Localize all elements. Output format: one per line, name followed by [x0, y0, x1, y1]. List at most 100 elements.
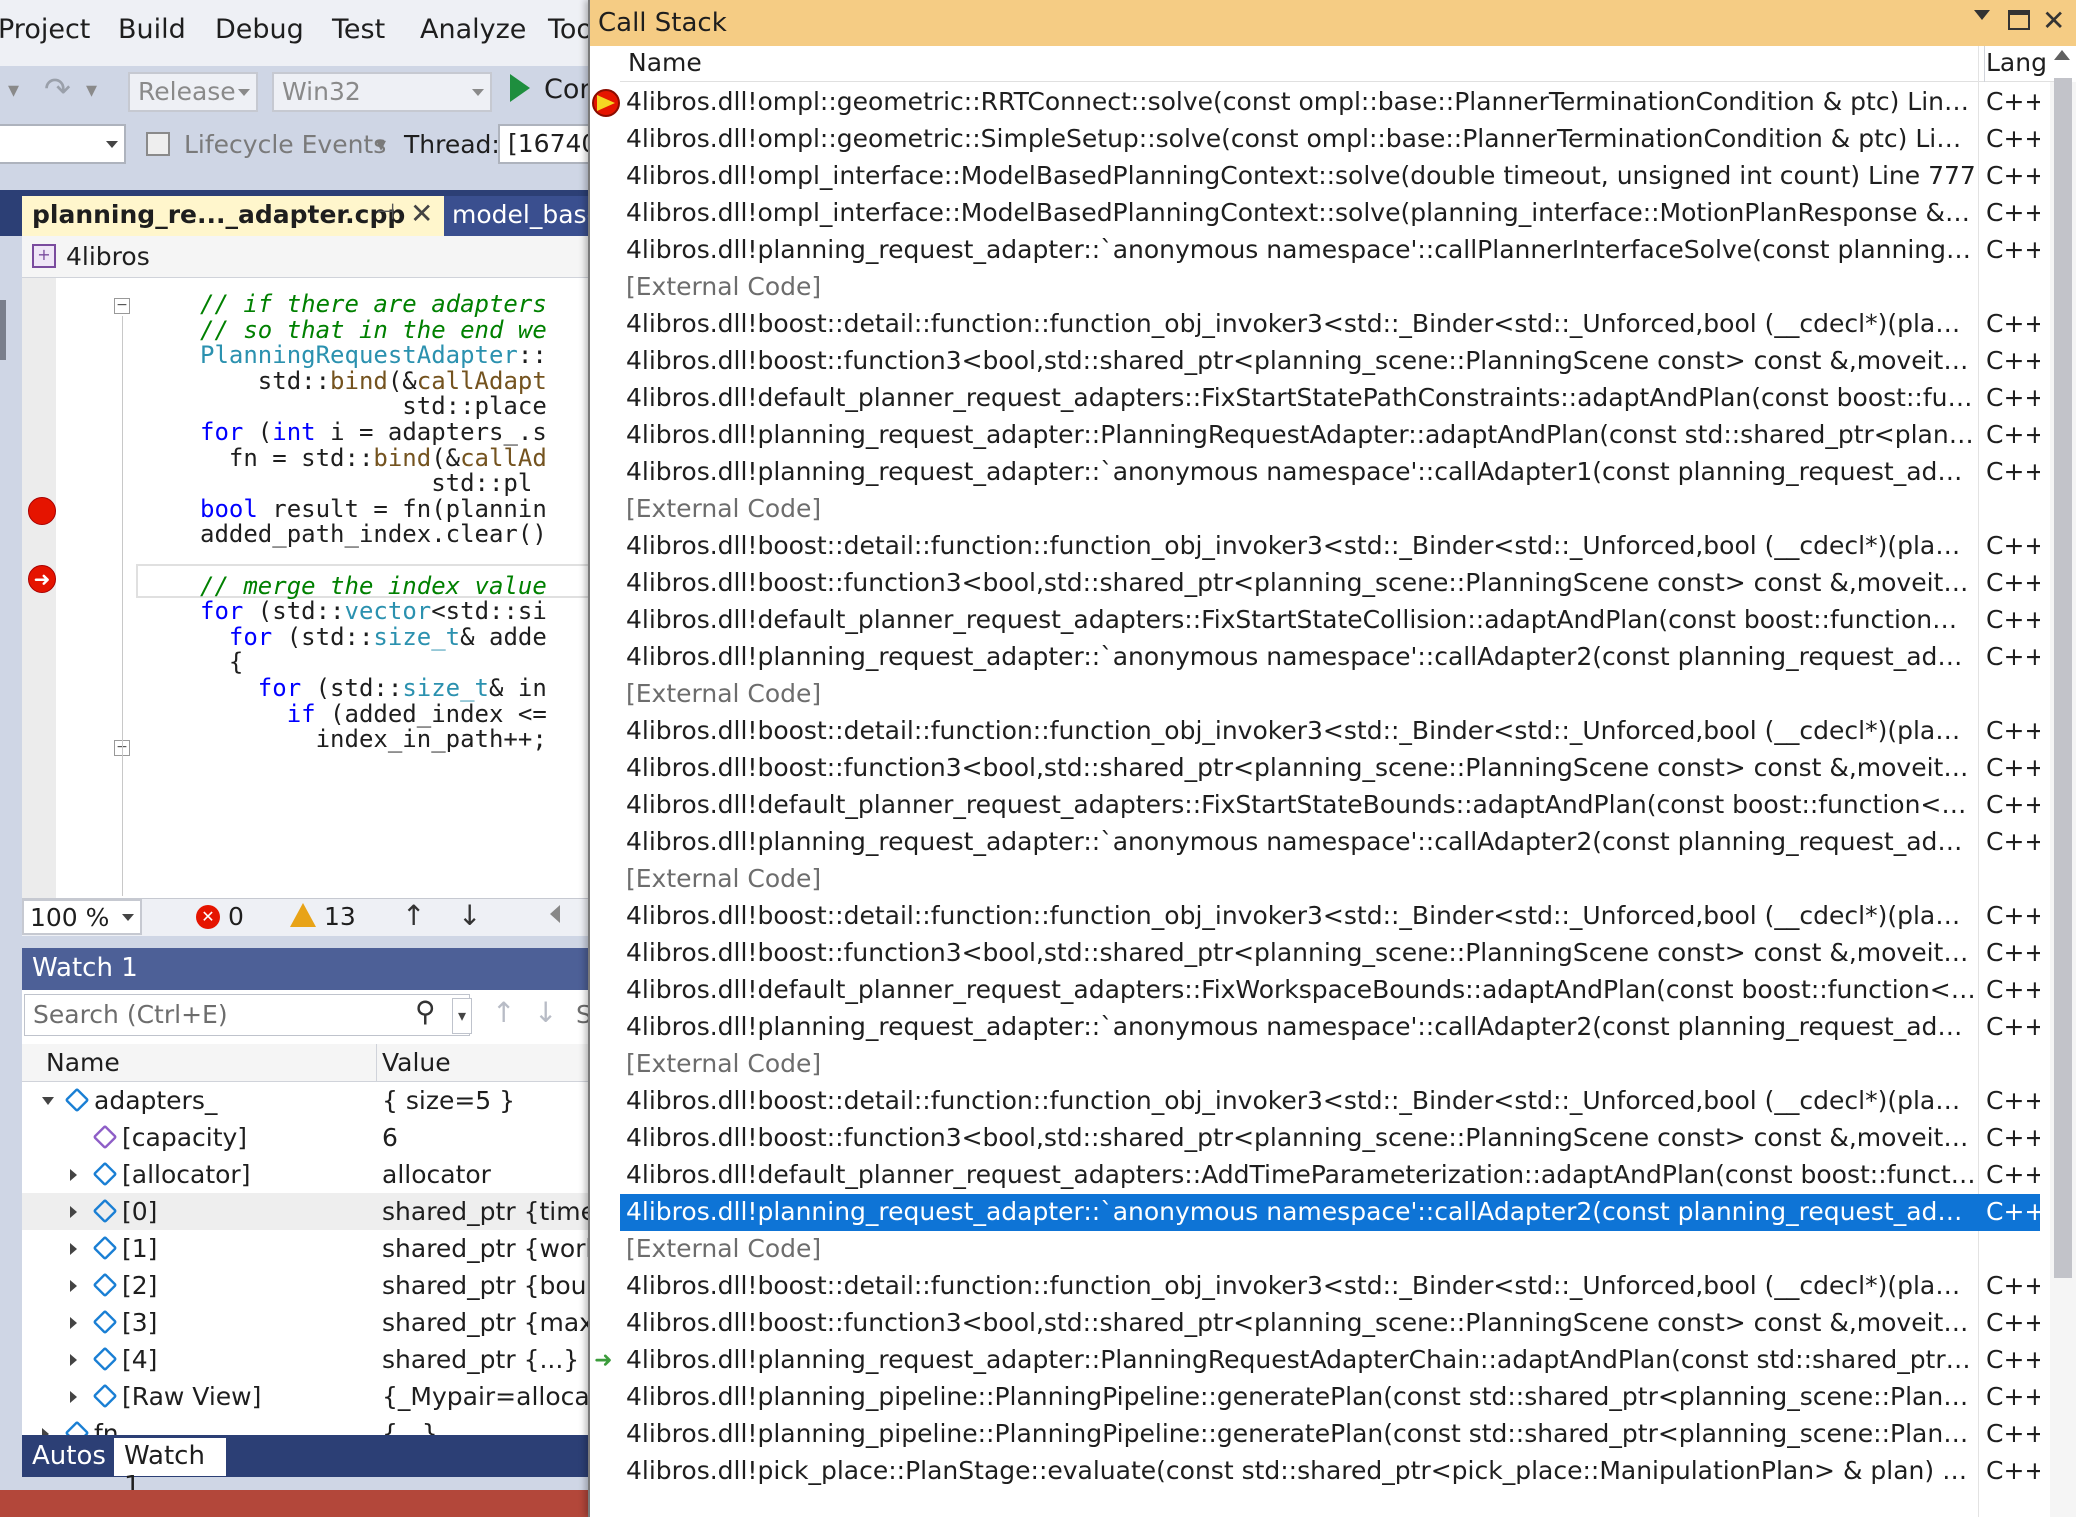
stack-frame[interactable]: 4libros.dll!ompl::geometric::RRTConnect:…: [620, 84, 2040, 121]
maximize-icon[interactable]: [2008, 10, 2030, 30]
watch-row[interactable]: [allocator] allocator: [22, 1156, 600, 1193]
tab-watch-1[interactable]: Watch 1: [114, 1438, 226, 1501]
pin-icon[interactable]: ⊣: [376, 200, 395, 225]
stack-frame[interactable]: 4libros.dll!default_planner_request_adap…: [620, 972, 2040, 1009]
stack-frame[interactable]: 4libros.dll!boost::function3<bool,std::s…: [620, 343, 2040, 380]
watch-row-value[interactable]: shared_ptr {max_d: [382, 1308, 622, 1337]
stack-frame[interactable]: 4libros.dll!ompl_interface::ModelBasedPl…: [620, 195, 2040, 232]
external-code-frame[interactable]: [External Code]: [620, 861, 2040, 898]
menu-test[interactable]: Test: [332, 14, 385, 45]
zoom-dropdown[interactable]: 100 %: [22, 899, 142, 935]
watch-row-value[interactable]: allocator: [382, 1160, 491, 1189]
lifecycle-dropdown-icon[interactable]: ▾: [376, 132, 386, 156]
warning-icon[interactable]: [290, 903, 316, 927]
stack-frame[interactable]: 4libros.dll!pick_place::PlanStage::evalu…: [620, 1453, 2040, 1490]
code-line[interactable]: {: [200, 648, 243, 676]
code-line[interactable]: for (int i = adapters_.s: [200, 418, 547, 446]
code-line[interactable]: if (added_index <=: [200, 700, 547, 728]
code-line[interactable]: for (std::size_t& in: [200, 674, 547, 702]
stack-frame[interactable]: 4libros.dll!planning_request_adapter::`a…: [620, 454, 2040, 491]
expand-arrow-icon[interactable]: [70, 1391, 77, 1403]
watch-col-name[interactable]: Name: [46, 1048, 120, 1077]
scroll-left-icon[interactable]: [550, 905, 560, 923]
stack-frame[interactable]: 4libros.dll!default_planner_request_adap…: [620, 1157, 2040, 1194]
code-line[interactable]: added_path_index.clear(): [200, 520, 547, 548]
expand-arrow-icon[interactable]: [70, 1243, 77, 1255]
menu-tools[interactable]: Too: [548, 14, 593, 45]
configuration-dropdown[interactable]: Release: [128, 72, 258, 112]
call-stack-col-lang[interactable]: Lang: [1986, 48, 2047, 77]
redo-dropdown-icon[interactable]: ▾: [86, 78, 97, 103]
code-line[interactable]: PlanningRequestAdapter::: [200, 341, 547, 369]
call-stack-col-name[interactable]: Name: [628, 48, 702, 77]
stack-frame[interactable]: 4libros.dll!ompl::geometric::SimpleSetup…: [620, 121, 2040, 158]
code-line[interactable]: // merge the index value: [200, 572, 547, 600]
breakpoint-current-statement-icon[interactable]: ➜: [28, 565, 56, 593]
close-window-icon[interactable]: ✕: [2042, 4, 2065, 37]
expand-arrow-icon[interactable]: [70, 1206, 77, 1218]
code-line[interactable]: std::pl: [200, 469, 532, 497]
stack-frame[interactable]: 4libros.dll!boost::detail::function::fun…: [620, 898, 2040, 935]
column-divider[interactable]: [1984, 46, 1985, 82]
stack-frame[interactable]: 4libros.dll!default_planner_request_adap…: [620, 787, 2040, 824]
platform-dropdown[interactable]: Win32: [272, 72, 492, 112]
scroll-up-icon[interactable]: [2054, 50, 2070, 60]
stack-frame[interactable]: 4libros.dll!planning_request_adapter::Pl…: [620, 417, 2040, 454]
project-scope-dropdown[interactable]: 4libros: [66, 242, 150, 271]
external-code-frame[interactable]: [External Code]: [620, 269, 2040, 306]
external-code-frame[interactable]: [External Code]: [620, 1231, 2040, 1268]
window-menu-icon[interactable]: [1974, 10, 1990, 20]
tab-planning-request-adapter[interactable]: planning_re..._adapter.cpp ⊣ ✕: [22, 196, 444, 236]
watch-row[interactable]: [2] shared_ptr {bound: [22, 1267, 618, 1304]
continue-play-icon[interactable]: [510, 74, 530, 102]
stack-frame[interactable]: 4libros.dll!boost::detail::function::fun…: [620, 1268, 2040, 1305]
stack-frame[interactable]: 4libros.dll!boost::function3<bool,std::s…: [620, 565, 2040, 602]
stack-frame[interactable]: 4libros.dll!boost::detail::function::fun…: [620, 713, 2040, 750]
undo-dropdown-icon[interactable]: ▾: [8, 78, 19, 103]
stack-frame[interactable]: 4libros.dll!boost::function3<bool,std::s…: [620, 1305, 2040, 1342]
expand-arrow-icon[interactable]: [70, 1280, 77, 1292]
previous-issue-icon[interactable]: ↑: [402, 899, 425, 932]
search-icon[interactable]: ⚲: [415, 995, 436, 1028]
breakpoint-icon[interactable]: [28, 497, 56, 525]
tab-model-base[interactable]: model_base: [444, 196, 600, 236]
next-issue-icon[interactable]: ↓: [458, 899, 481, 932]
collapse-icon[interactable]: −: [114, 298, 130, 314]
expand-arrow-icon[interactable]: [70, 1354, 77, 1366]
watch-row[interactable]: [1] shared_ptr {works: [22, 1230, 613, 1267]
redo-icon[interactable]: ↷: [44, 70, 71, 108]
scrollbar-thumb[interactable]: [2054, 78, 2072, 1278]
stack-frame[interactable]: 4libros.dll!planning_pipeline::PlanningP…: [620, 1379, 2040, 1416]
watch-row[interactable]: [capacity] 6: [22, 1119, 600, 1156]
stack-frame[interactable]: 4libros.dll!planning_request_adapter::`a…: [620, 824, 2040, 861]
code-line[interactable]: std::bind(&callAdapt: [200, 367, 547, 395]
watch-row-value[interactable]: shared_ptr {bound: [382, 1271, 618, 1300]
menu-project[interactable]: Project: [0, 14, 90, 45]
stack-frame[interactable]: 4libros.dll!boost::function3<bool,std::s…: [620, 750, 2040, 787]
lifecycle-events-button[interactable]: Lifecycle Events: [184, 130, 386, 159]
code-line[interactable]: for (std::size_t& adde: [200, 623, 547, 651]
stack-frame[interactable]: 4libros.dll!planning_request_adapter::`a…: [620, 1009, 2040, 1046]
stack-frame[interactable]: 4libros.dll!default_planner_request_adap…: [620, 380, 2040, 417]
external-code-frame[interactable]: [External Code]: [620, 1046, 2040, 1083]
column-divider[interactable]: [376, 1044, 377, 1082]
menu-debug[interactable]: Debug: [215, 14, 304, 45]
stack-frame[interactable]: 4libros.dll!ompl_interface::ModelBasedPl…: [620, 158, 2040, 195]
stack-frame[interactable]: 4libros.dll!boost::function3<bool,std::s…: [620, 1120, 2040, 1157]
process-dropdown[interactable]: [0, 124, 126, 164]
watch-col-value[interactable]: Value: [382, 1048, 451, 1077]
stack-frame[interactable]: 4libros.dll!planning_request_adapter::`a…: [620, 1194, 2040, 1231]
stack-frame[interactable]: 4libros.dll!planning_request_adapter::`a…: [620, 232, 2040, 269]
code-line[interactable]: bool result = fn(plannin: [200, 495, 547, 523]
watch-row-value[interactable]: shared_ptr {works: [382, 1234, 613, 1263]
stack-frame[interactable]: 4libros.dll!planning_pipeline::PlanningP…: [620, 1416, 2040, 1453]
call-stack-title-bar[interactable]: ✕: [590, 0, 2076, 46]
stack-frame[interactable]: 4libros.dll!default_planner_request_adap…: [620, 602, 2040, 639]
watch-row[interactable]: adapters_ { size=5 }: [22, 1082, 600, 1119]
watch-row[interactable]: [3] shared_ptr {max_d: [22, 1304, 622, 1341]
code-line[interactable]: // if there are adapters: [200, 290, 547, 318]
watch-row[interactable]: [4] shared_ptr {...} [1 s: [22, 1341, 634, 1378]
tab-autos[interactable]: Autos: [22, 1438, 112, 1476]
external-code-frame[interactable]: [External Code]: [620, 491, 2040, 528]
code-line[interactable]: fn = std::bind(&callAd: [200, 444, 547, 472]
